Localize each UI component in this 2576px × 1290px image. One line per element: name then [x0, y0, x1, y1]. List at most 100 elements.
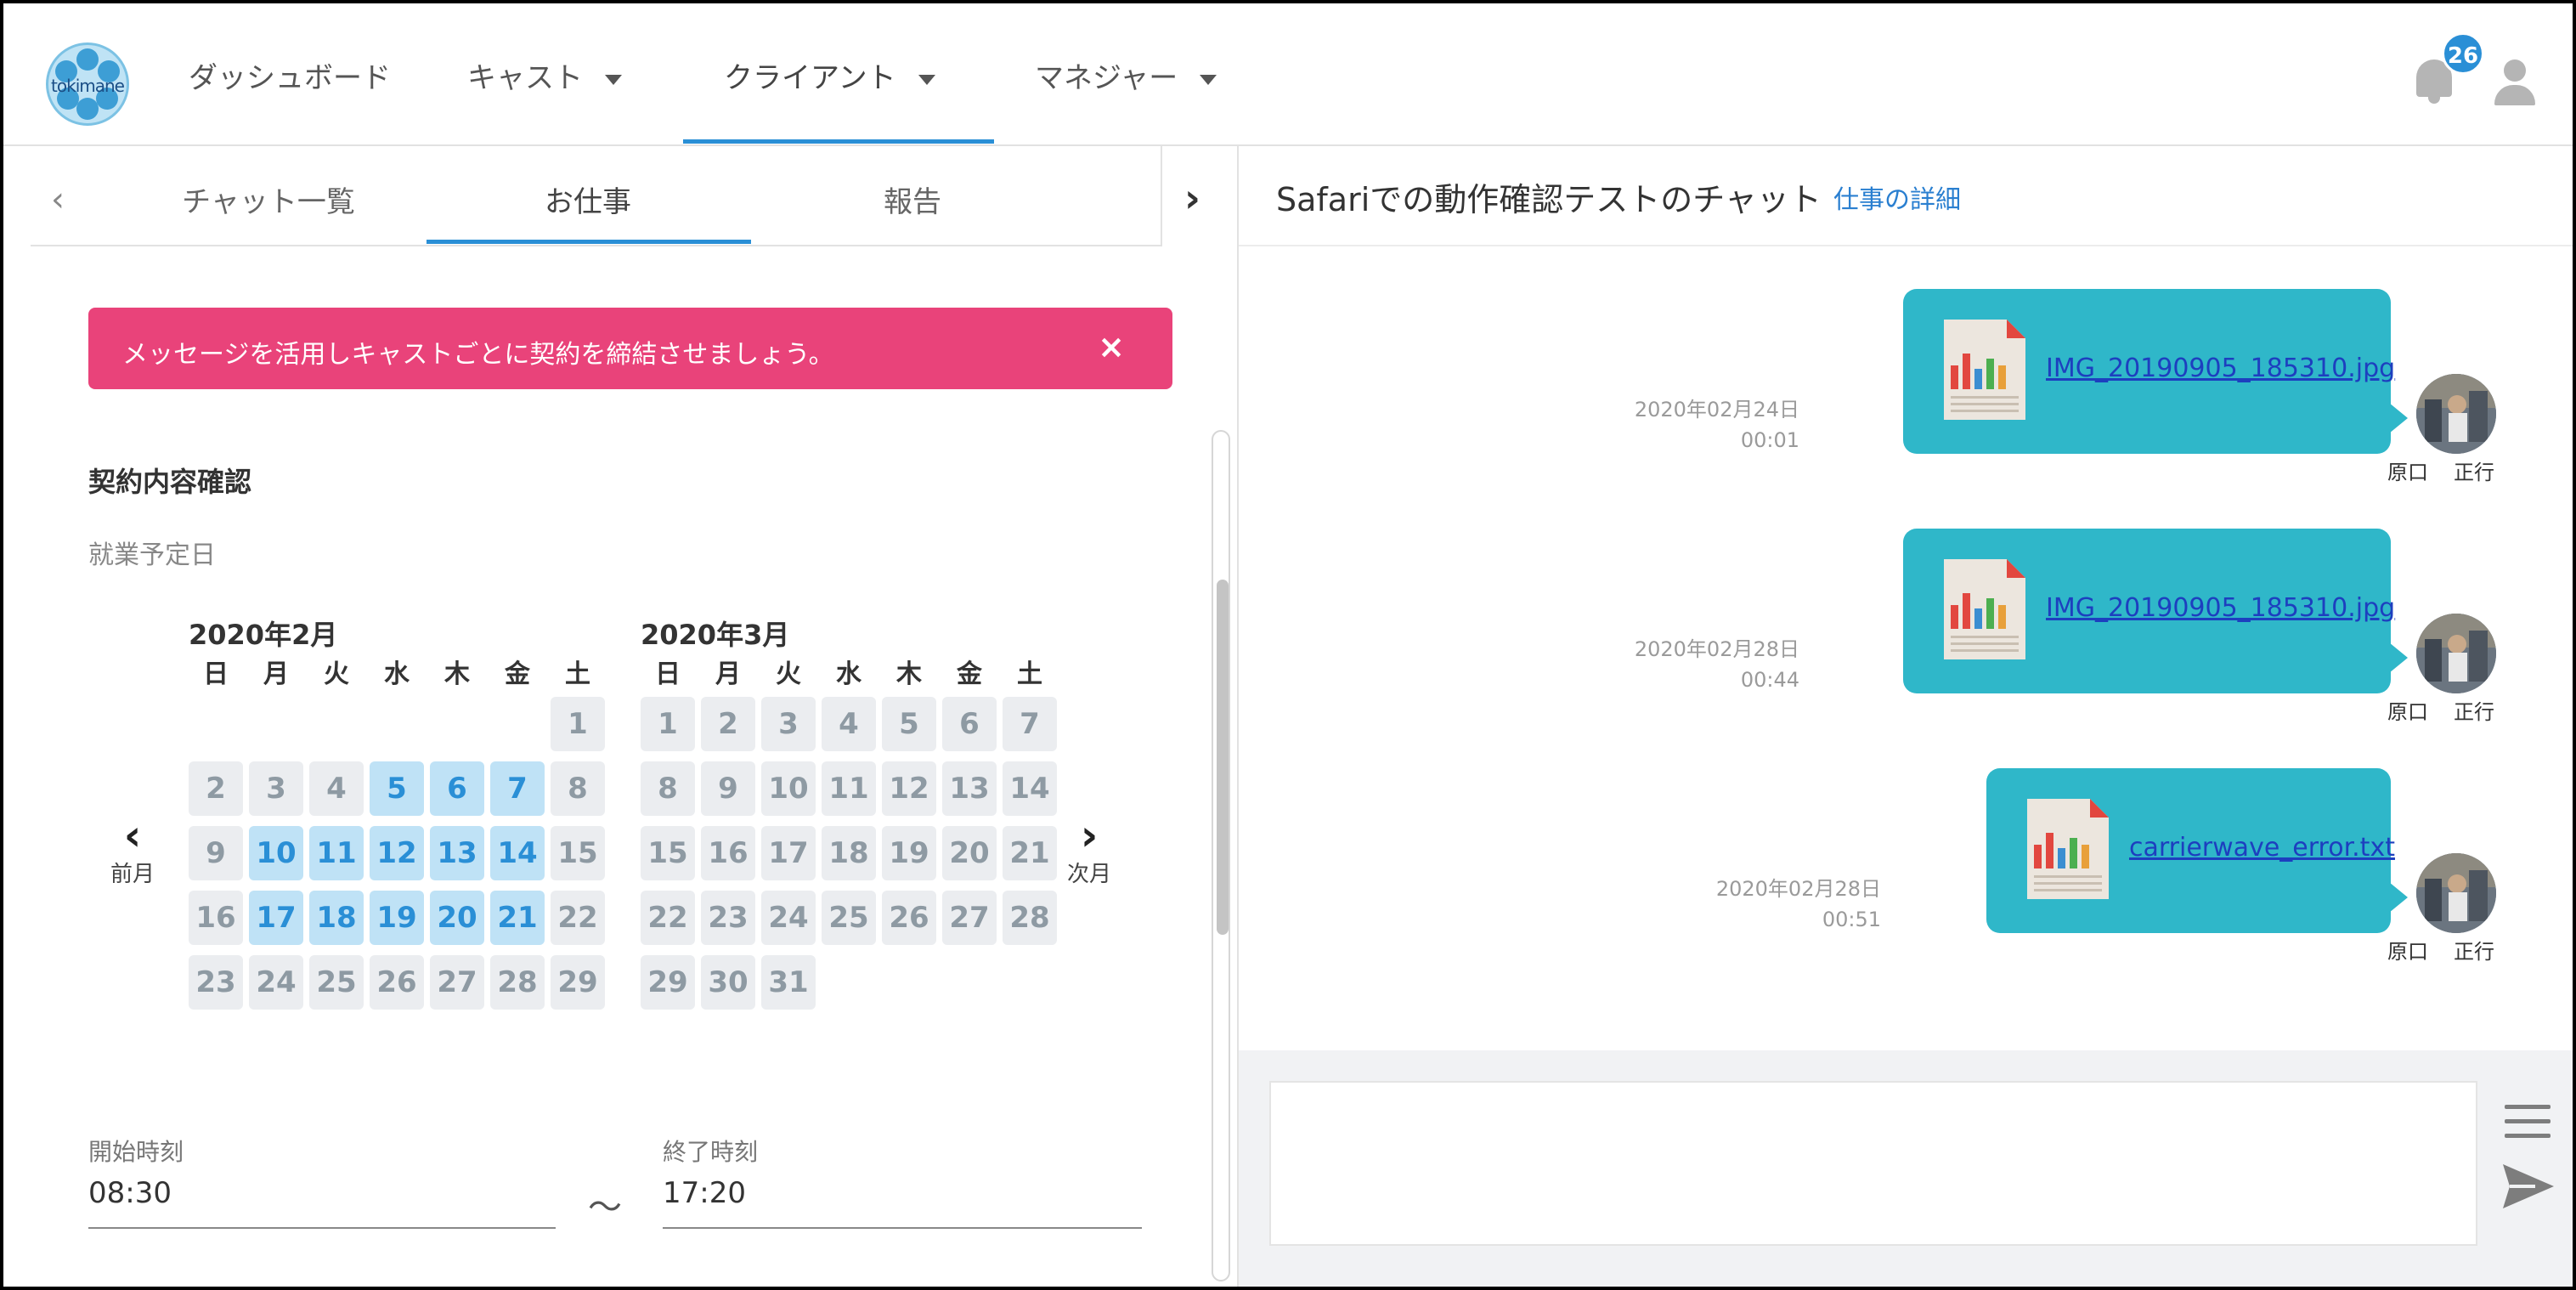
- calendar-day[interactable]: 19: [370, 891, 424, 945]
- calendar-day[interactable]: 14: [1003, 761, 1057, 816]
- nav-cast[interactable]: キャスト: [467, 54, 622, 96]
- calendar-day[interactable]: 27: [942, 891, 997, 945]
- calendar-day[interactable]: 8: [551, 761, 605, 816]
- top-header: tokimane ダッシュボード キャスト クライアント マネジャー 26: [3, 3, 2573, 146]
- calendar-day[interactable]: 9: [701, 761, 755, 816]
- calendar-day[interactable]: 23: [189, 955, 243, 1010]
- calendar-day[interactable]: 19: [882, 826, 936, 880]
- next-month-button[interactable]: › 次月: [1055, 814, 1123, 888]
- calendar-day[interactable]: 2: [189, 761, 243, 816]
- app-logo[interactable]: tokimane: [46, 42, 129, 126]
- weekday-header: 金: [957, 659, 982, 689]
- calendar-day[interactable]: 2: [701, 697, 755, 751]
- nav-manager[interactable]: マネジャー: [1035, 54, 1217, 96]
- calendar-day[interactable]: 13: [430, 826, 484, 880]
- section-subtitle: 就業予定日: [88, 540, 216, 570]
- calendar-day[interactable]: 7: [490, 761, 545, 816]
- message-time: 00:44: [1740, 668, 1799, 692]
- calendar-day[interactable]: 18: [822, 826, 876, 880]
- weekday-header: 土: [1017, 659, 1042, 689]
- calendar-day[interactable]: 26: [370, 955, 424, 1010]
- calendar-day[interactable]: 21: [1003, 826, 1057, 880]
- calendar-day[interactable]: 3: [249, 761, 303, 816]
- avatar[interactable]: [2416, 853, 2496, 933]
- tabs-next-button[interactable]: ›: [1161, 146, 1237, 246]
- message-time: 00:51: [1822, 908, 1881, 931]
- calendar-day[interactable]: 24: [249, 955, 303, 1010]
- calendar-day[interactable]: 20: [942, 826, 997, 880]
- calendar-day[interactable]: 6: [942, 697, 997, 751]
- tab-report[interactable]: 報告: [777, 178, 1048, 220]
- calendar-day[interactable]: 25: [309, 955, 364, 1010]
- calendar-day[interactable]: 15: [641, 826, 695, 880]
- file-chart-icon: [2027, 799, 2109, 899]
- calendar-day[interactable]: 28: [1003, 891, 1057, 945]
- calendar-day[interactable]: 5: [370, 761, 424, 816]
- scrollbar-thumb[interactable]: [1217, 580, 1229, 935]
- calendar-day[interactable]: 18: [309, 891, 364, 945]
- calendar-day[interactable]: 12: [370, 826, 424, 880]
- calendar-day[interactable]: 9: [189, 826, 243, 880]
- calendar-day[interactable]: 21: [490, 891, 545, 945]
- calendar-day[interactable]: 28: [490, 955, 545, 1010]
- tab-chat-list[interactable]: チャット一覧: [133, 178, 404, 220]
- calendar-day[interactable]: 23: [701, 891, 755, 945]
- calendar-day[interactable]: 17: [249, 891, 303, 945]
- month-title: 2020年2月: [189, 619, 338, 651]
- calendar-day[interactable]: 22: [641, 891, 695, 945]
- calendar-day[interactable]: 11: [822, 761, 876, 816]
- calendar-day[interactable]: 24: [761, 891, 816, 945]
- tab-work[interactable]: お仕事: [452, 178, 724, 220]
- nav-client[interactable]: クライアント: [724, 54, 935, 96]
- close-icon[interactable]: ×: [1098, 328, 1125, 365]
- calendar-day[interactable]: 12: [882, 761, 936, 816]
- calendar-day[interactable]: 29: [551, 955, 605, 1010]
- user-icon[interactable]: [2493, 59, 2535, 107]
- calendar-day[interactable]: 7: [1003, 697, 1057, 751]
- attachment-link[interactable]: carrierwave_error.txt: [2129, 833, 2395, 863]
- calendar-day[interactable]: 14: [490, 826, 545, 880]
- calendar-day[interactable]: 1: [551, 697, 605, 751]
- calendar-day[interactable]: 15: [551, 826, 605, 880]
- calendar-day[interactable]: 11: [309, 826, 364, 880]
- calendar-day[interactable]: 1: [641, 697, 695, 751]
- attachment-link[interactable]: IMG_20190905_185310.jpg: [2046, 593, 2395, 623]
- calendar-day[interactable]: 13: [942, 761, 997, 816]
- calendar-day[interactable]: 8: [641, 761, 695, 816]
- message-bubble: carrierwave_error.txt: [1986, 768, 2408, 933]
- start-time-input[interactable]: 08:30: [88, 1176, 172, 1210]
- nav-client-label: クライアント: [724, 61, 896, 95]
- calendar-day[interactable]: 25: [822, 891, 876, 945]
- calendar-day[interactable]: 10: [761, 761, 816, 816]
- calendar-day[interactable]: 29: [641, 955, 695, 1010]
- calendar-day[interactable]: 3: [761, 697, 816, 751]
- nav-dashboard[interactable]: ダッシュボード: [189, 54, 391, 96]
- calendar-day[interactable]: 6: [430, 761, 484, 816]
- calendar-day[interactable]: 31: [761, 955, 816, 1010]
- menu-icon[interactable]: [2505, 1105, 2551, 1139]
- prev-month-button[interactable]: ‹ 前月: [99, 814, 167, 888]
- calendar-day[interactable]: 17: [761, 826, 816, 880]
- job-detail-link[interactable]: 仕事の詳細: [1833, 178, 1961, 216]
- avatar[interactable]: [2416, 614, 2496, 693]
- calendar-day[interactable]: 27: [430, 955, 484, 1010]
- send-icon[interactable]: [2501, 1163, 2556, 1210]
- calendar-day[interactable]: 5: [882, 697, 936, 751]
- app-frame: tokimane ダッシュボード キャスト クライアント マネジャー 26 ‹ …: [0, 0, 2576, 1290]
- message-input[interactable]: [1269, 1081, 2477, 1246]
- calendar-day[interactable]: 20: [430, 891, 484, 945]
- calendar-day[interactable]: 4: [822, 697, 876, 751]
- calendar-day[interactable]: 10: [249, 826, 303, 880]
- calendar-day[interactable]: 30: [701, 955, 755, 1010]
- attachment-link[interactable]: IMG_20190905_185310.jpg: [2046, 354, 2395, 383]
- calendar-day[interactable]: 16: [189, 891, 243, 945]
- calendar-day[interactable]: 16: [701, 826, 755, 880]
- calendar-day[interactable]: 4: [309, 761, 364, 816]
- calendar-day[interactable]: 22: [551, 891, 605, 945]
- chevron-left-icon: ‹: [123, 811, 142, 860]
- chevron-left-icon[interactable]: ‹: [51, 180, 65, 219]
- avatar[interactable]: [2416, 374, 2496, 454]
- end-time-input[interactable]: 17:20: [663, 1176, 746, 1210]
- calendar-day[interactable]: 26: [882, 891, 936, 945]
- message-bubble: IMG_20190905_185310.jpg: [1903, 529, 2408, 693]
